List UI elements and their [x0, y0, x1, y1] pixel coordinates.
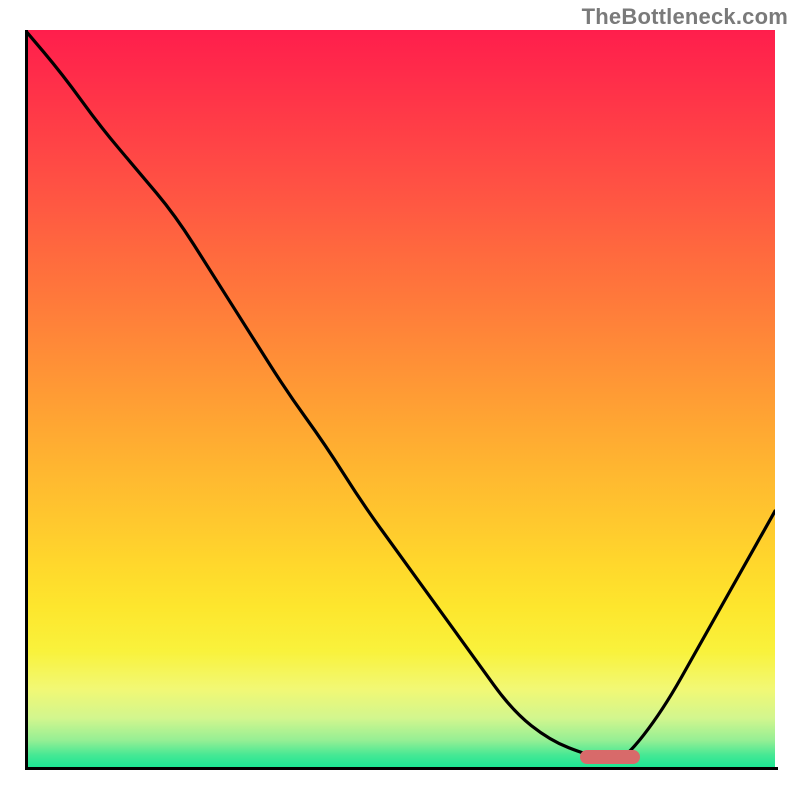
optimum-marker [580, 750, 640, 764]
plot-area [25, 30, 775, 770]
x-axis-line [25, 767, 778, 770]
chart-stage: TheBottleneck.com [0, 0, 800, 800]
y-axis-line [25, 30, 28, 770]
watermark-text: TheBottleneck.com [582, 4, 788, 30]
curve-svg [25, 30, 775, 770]
series-curve [25, 30, 775, 759]
